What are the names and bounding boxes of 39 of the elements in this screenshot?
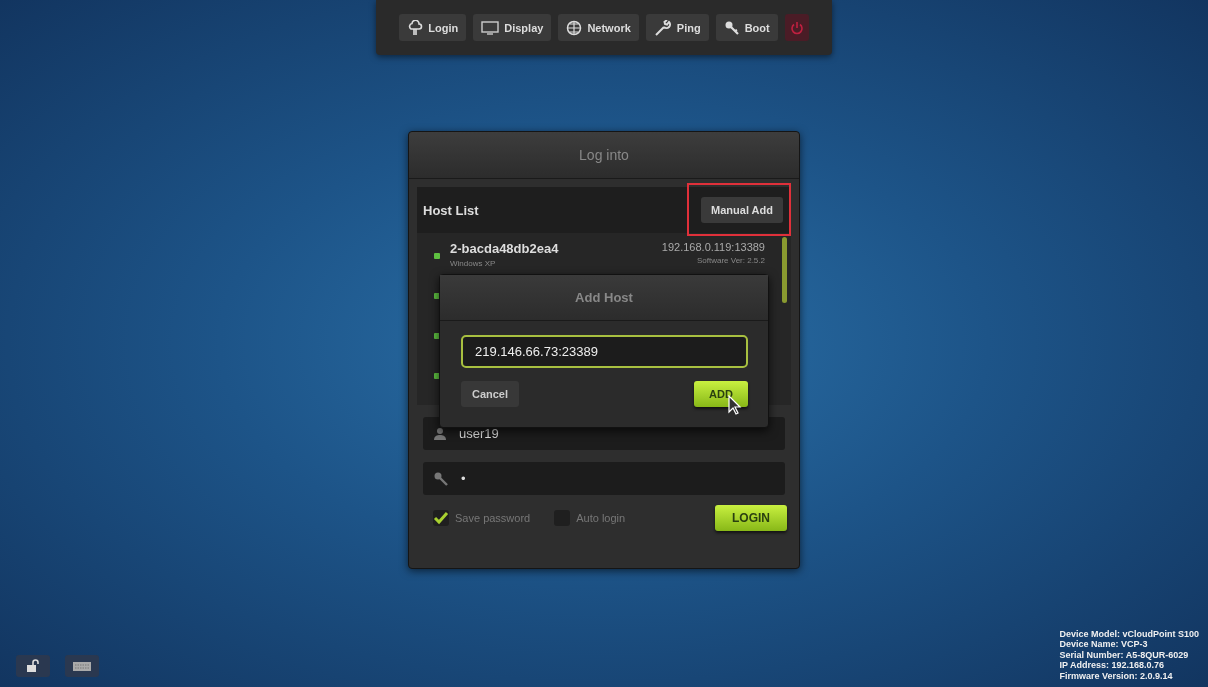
toolbar-button[interactable]: Display xyxy=(473,14,552,41)
unlock-button[interactable] xyxy=(16,655,50,677)
keyboard-button[interactable] xyxy=(65,655,99,677)
device-info-line: IP Address: 192.168.0.76 xyxy=(1059,660,1166,671)
toolbar-button[interactable]: Boot xyxy=(715,14,778,41)
key-icon xyxy=(433,470,449,487)
device-info-line: Device Model: vCloudPoint S100 xyxy=(1059,628,1199,639)
checkbox-label: Save password xyxy=(455,512,531,524)
checkbox[interactable] xyxy=(433,510,449,526)
host-name[interactable]: 2-bacda48db2ea4 xyxy=(450,241,652,256)
power-icon xyxy=(789,20,804,35)
scrollbar-thumb[interactable] xyxy=(782,237,787,303)
monitor-icon xyxy=(481,20,500,35)
cloud-icon xyxy=(407,19,424,36)
padlock-icon xyxy=(26,659,40,673)
host-version: Software Ver: 2.5.2 xyxy=(695,256,765,265)
section-title: Host List xyxy=(423,202,479,218)
add-button[interactable]: ADD xyxy=(694,381,748,407)
wrench-icon xyxy=(653,19,672,36)
host-address-field[interactable]: 219.146.66.73:23389 xyxy=(461,335,748,368)
device-info-line: Device Name: VCP-3 xyxy=(1059,639,1149,650)
checkbox-label: Auto login xyxy=(576,512,626,524)
panel-title: Log into xyxy=(409,132,799,179)
host-address: 192.168.0.119:13389 xyxy=(661,241,765,253)
toolbar-button[interactable]: Login xyxy=(399,14,467,41)
toolbar-button[interactable]: Ping xyxy=(645,14,709,41)
globe-icon xyxy=(566,19,583,36)
manual-add-button[interactable]: Manual Add xyxy=(701,197,783,223)
device-info-line: Serial Number: A5-8QUR-6029 xyxy=(1059,649,1190,660)
person-icon xyxy=(433,426,447,441)
toolbar-button[interactable]: Network xyxy=(558,14,639,41)
password-field[interactable]: • xyxy=(423,462,785,495)
host-os: Windows XP xyxy=(450,259,497,268)
device-info-line: Firmware Version: 2.0.9.14 xyxy=(1059,670,1174,681)
dialog-title: Add Host xyxy=(440,275,768,321)
login-button[interactable]: LOGIN xyxy=(715,505,787,531)
keyboard-icon xyxy=(73,661,91,671)
key-icon xyxy=(723,19,740,36)
cancel-button[interactable]: Cancel xyxy=(461,381,519,407)
